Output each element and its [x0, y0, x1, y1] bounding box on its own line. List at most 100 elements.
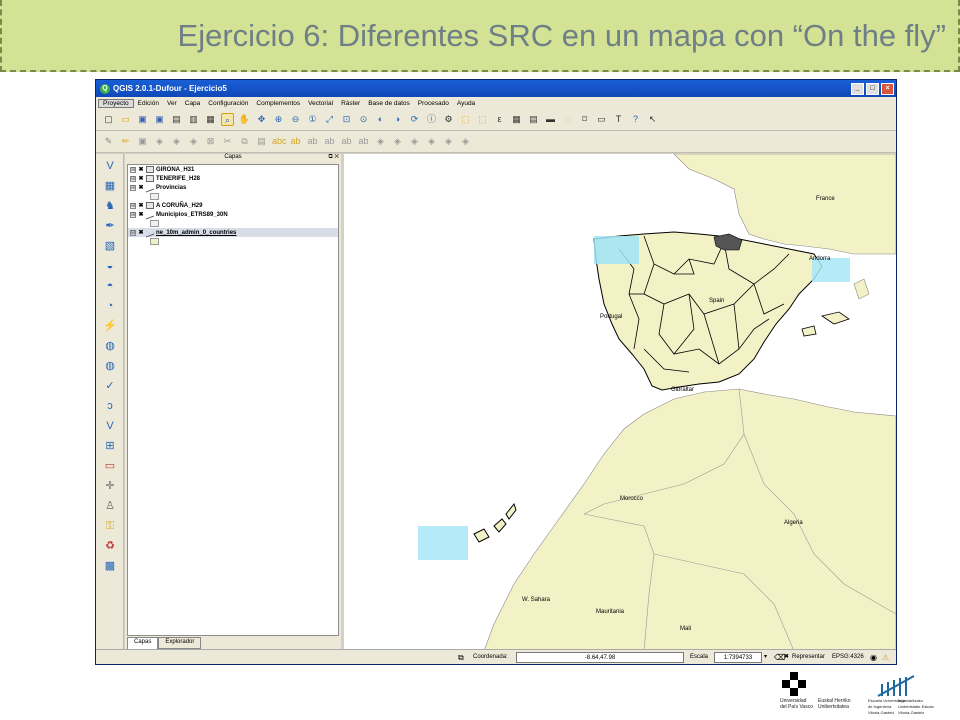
visibility-checkbox[interactable]: ✖	[138, 202, 144, 209]
add-gps-icon[interactable]: ↄ	[101, 398, 119, 414]
menu-edicion[interactable]: Edición	[134, 100, 163, 107]
zoom-next-icon[interactable]: ◑	[391, 113, 404, 126]
expand-icon[interactable]: ⊞	[130, 166, 136, 173]
expand-icon[interactable]: ⊞	[130, 184, 136, 191]
advanced-edit-4-icon[interactable]: ◈	[425, 135, 438, 148]
advanced-edit-1-icon[interactable]: ◈	[374, 135, 387, 148]
visibility-checkbox[interactable]: ✖	[138, 166, 144, 173]
scale-dropdown-icon[interactable]: ▾	[764, 652, 772, 663]
layer-row[interactable]: ⊞ ✖ GIRONA_H31	[128, 165, 338, 174]
rotate-icon[interactable]: ♻	[101, 538, 119, 554]
pan-to-selection-icon[interactable]: ✥	[255, 113, 268, 126]
node-tool-icon[interactable]: ◈	[187, 135, 200, 148]
georeferencer-icon[interactable]: ⚿	[101, 518, 119, 534]
save-edits-icon[interactable]: ▣	[136, 135, 149, 148]
toggle-editing-icon[interactable]: ✏	[119, 135, 132, 148]
label-icon[interactable]: abc	[272, 135, 287, 148]
expand-icon[interactable]: ⊞	[130, 211, 136, 218]
save-project-icon[interactable]: ▣	[136, 113, 149, 126]
field-calculator-icon[interactable]: ▤	[527, 113, 540, 126]
add-mssql-layer-icon[interactable]: ▧	[101, 238, 119, 254]
label-show-icon[interactable]: ab	[306, 135, 319, 148]
scale-field[interactable]: 1:7394733	[714, 652, 762, 663]
zoom-last-icon[interactable]: ◐	[374, 113, 387, 126]
expression-select-icon[interactable]: ε	[493, 113, 506, 126]
coordinate-field[interactable]: -8.64,47.98	[516, 652, 684, 663]
advanced-edit-3-icon[interactable]: ◈	[408, 135, 421, 148]
layer-row[interactable]: ⊞ ✖ Municipios_ETRS89_30N	[128, 209, 338, 220]
label-move-icon[interactable]: ab	[323, 135, 336, 148]
stop-render-icon[interactable]: ⌫	[774, 652, 785, 663]
menu-raster[interactable]: Ráster	[337, 100, 364, 107]
map-canvas[interactable]: France Andorra Spain Portugal Gibraltar …	[344, 154, 896, 651]
zoom-to-layer-icon[interactable]: ⊙	[357, 113, 370, 126]
whats-this-icon[interactable]: ↖	[646, 113, 659, 126]
zoom-full-icon[interactable]: ⤢	[323, 113, 336, 126]
visibility-checkbox[interactable]: ✖	[138, 229, 144, 236]
collapse-icon[interactable]: ⊟	[130, 229, 136, 236]
delete-selected-icon[interactable]: ⊠	[204, 135, 217, 148]
visibility-checkbox[interactable]: ✖	[138, 175, 144, 182]
add-wcs-layer-icon[interactable]: ⚡	[101, 318, 119, 334]
advanced-edit-5-icon[interactable]: ◈	[442, 135, 455, 148]
advanced-edit-6-icon[interactable]: ◈	[459, 135, 472, 148]
layer-row[interactable]: ⊞ ✖ A CORUÑA_H29	[128, 201, 338, 210]
layout-icon[interactable]: ▦	[204, 113, 217, 126]
add-delimited-text-icon[interactable]: ✓	[101, 378, 119, 394]
layer-row[interactable]: ⊞ ✖ TENERIFE_H28	[128, 174, 338, 183]
panel-float-close-icon[interactable]: ⧉ ✕	[328, 154, 339, 161]
composer-manager-icon[interactable]: ▥	[187, 113, 200, 126]
remove-layer-icon[interactable]: ▭	[101, 458, 119, 474]
menu-capa[interactable]: Capa	[181, 100, 205, 107]
bookmark-icon[interactable]: ⌑	[578, 113, 591, 126]
add-vector-layer-icon[interactable]: V	[101, 158, 119, 174]
add-feature-icon[interactable]: ◈	[153, 135, 166, 148]
refresh-icon[interactable]: ⟳	[408, 113, 421, 126]
menu-procesado[interactable]: Procesado	[414, 100, 453, 107]
add-postgis-layer-icon[interactable]: ♞	[101, 198, 119, 214]
identify-icon[interactable]: ⓘ	[425, 113, 438, 126]
copy-features-icon[interactable]: ⧉	[238, 135, 251, 148]
menu-complementos[interactable]: Complementos	[252, 100, 304, 107]
label-pin-icon[interactable]: ab	[289, 135, 302, 148]
new-spatialite-icon[interactable]: ⊞	[101, 438, 119, 454]
add-wfs-layer-icon[interactable]: ◍	[101, 338, 119, 354]
add-spatialite-layer-icon[interactable]: ✒	[101, 218, 119, 234]
move-feature-icon[interactable]: ◈	[170, 135, 183, 148]
zoom-actual-size-icon[interactable]: ①	[306, 113, 319, 126]
add-wfs-layer-2-icon[interactable]: ◍	[101, 358, 119, 374]
pan-map-icon[interactable]: ⌕	[221, 113, 234, 126]
new-project-icon[interactable]: ▢	[102, 113, 115, 126]
messages-icon[interactable]: ⚠	[882, 652, 892, 663]
menu-base-de-datos[interactable]: Base de datos	[364, 100, 414, 107]
current-edits-icon[interactable]: ✎	[102, 135, 115, 148]
add-wms-layer-icon[interactable]: ◔	[101, 298, 119, 314]
visibility-checkbox[interactable]: ✖	[138, 184, 144, 191]
maximize-button[interactable]: □	[866, 82, 879, 95]
render-checkbox[interactable]: ✖	[784, 652, 789, 663]
attribute-table-icon[interactable]: ▦	[510, 113, 523, 126]
add-raster-layer-icon[interactable]: ▦	[101, 178, 119, 194]
print-composer-icon[interactable]: ▤	[170, 113, 183, 126]
select-features-icon[interactable]: ⬚	[459, 113, 472, 126]
new-bookmark-icon[interactable]: ▭	[595, 113, 608, 126]
label-change-icon[interactable]: ab	[357, 135, 370, 148]
gps-tools-icon[interactable]: ♙	[101, 498, 119, 514]
new-shapefile-icon[interactable]: V	[101, 418, 119, 434]
crs-globe-icon[interactable]: ◉	[870, 652, 880, 663]
heatmap-icon[interactable]: ▩	[101, 558, 119, 574]
menu-proyecto[interactable]: Proyecto	[98, 98, 134, 108]
map-tips-icon[interactable]: ◌	[561, 113, 574, 126]
help-icon[interactable]: ?	[629, 113, 642, 126]
menu-ayuda[interactable]: Ayuda	[453, 100, 479, 107]
visibility-checkbox[interactable]: ✖	[138, 211, 144, 218]
hand-pan-icon[interactable]: ✋	[238, 113, 251, 126]
layer-row[interactable]: ⊞ ✖ Provincias	[128, 182, 338, 193]
text-annotation-icon[interactable]: T	[612, 113, 625, 126]
deselect-icon[interactable]: ⬚	[476, 113, 489, 126]
menu-ver[interactable]: Ver	[163, 100, 181, 107]
zoom-in-icon[interactable]: ⊕	[272, 113, 285, 126]
toggle-extents-icon[interactable]: ⧉	[458, 652, 470, 663]
expand-icon[interactable]: ⊞	[130, 202, 136, 209]
layer-row-selected[interactable]: ⊟ ✖ ne_10m_admin_0_countries	[128, 227, 338, 238]
